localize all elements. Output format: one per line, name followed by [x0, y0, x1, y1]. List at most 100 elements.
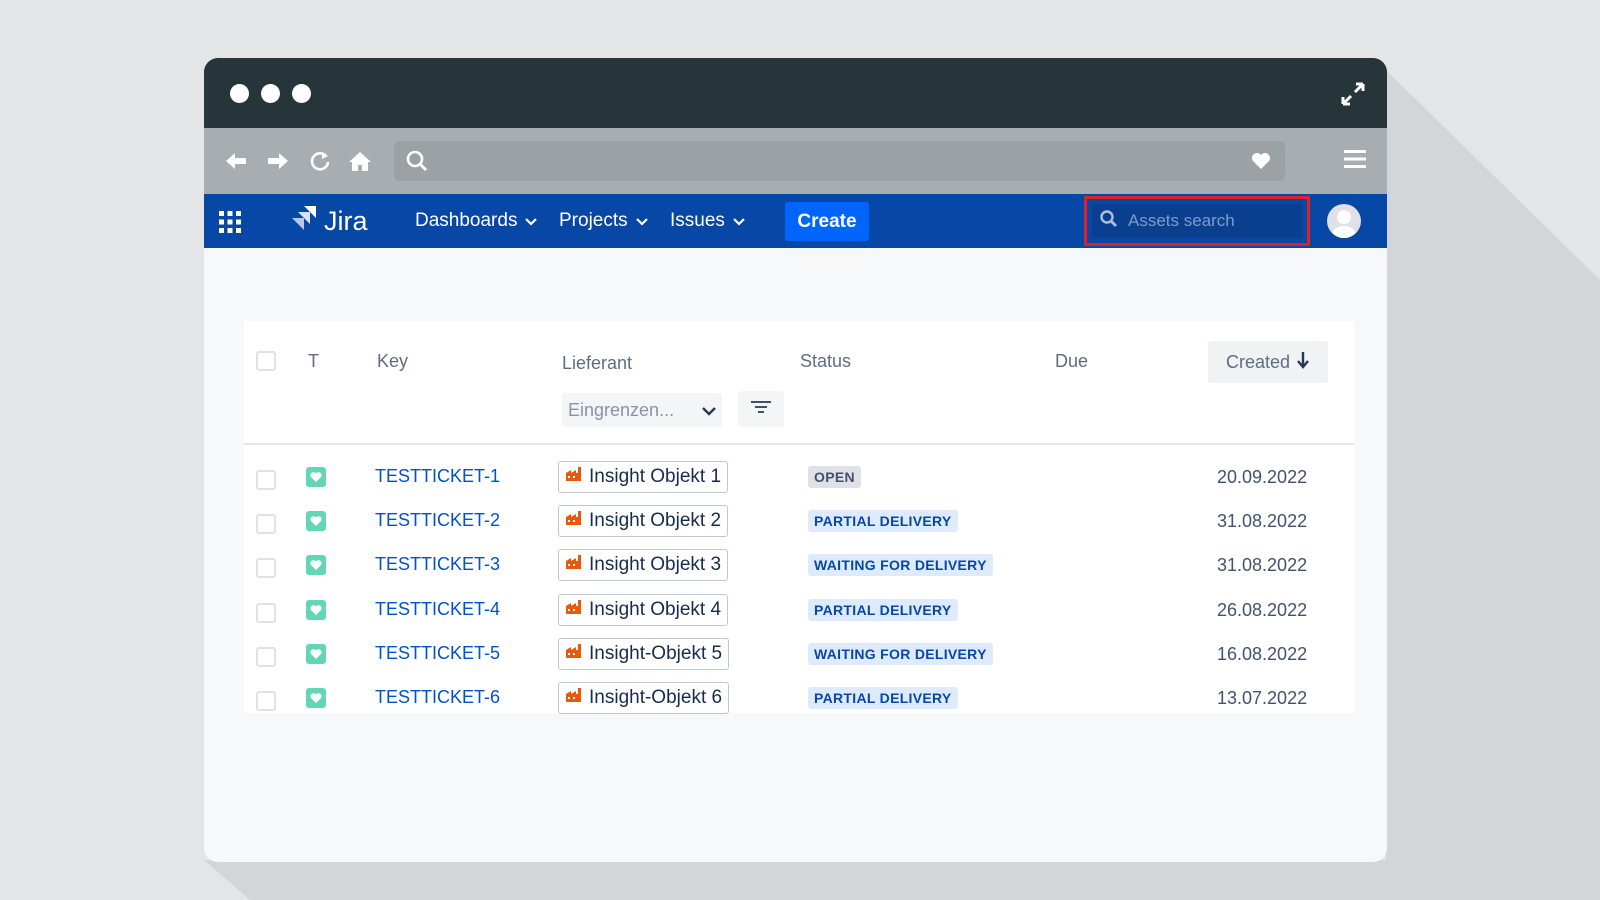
factory-icon — [565, 687, 583, 709]
filter-icon — [750, 399, 772, 420]
filter-placeholder: Eingrenzen... — [568, 399, 675, 420]
row-checkbox[interactable] — [256, 646, 276, 667]
heart-icon[interactable] — [1251, 152, 1271, 175]
row-checkbox[interactable] — [256, 514, 276, 535]
status-badge: PARTIAL DELIVERY — [808, 687, 958, 709]
story-type-icon — [306, 643, 326, 664]
created-date: 31.08.2022 — [1217, 555, 1308, 576]
issue-key-link[interactable]: TESTTICKET-4 — [375, 599, 500, 620]
lieferant-filter-select[interactable]: Eingrenzen... — [562, 393, 722, 427]
story-type-icon — [306, 555, 326, 576]
factory-icon — [565, 510, 583, 532]
table-row[interactable]: TESTTICKET-5 Insight-Objekt 5 WAITING FO… — [244, 633, 1354, 677]
lieferant-object-chip[interactable]: Insight Objekt 1 — [558, 461, 729, 493]
window-minimize-dot[interactable] — [261, 84, 280, 103]
window-close-dot[interactable] — [230, 84, 249, 103]
create-button[interactable]: Create — [785, 202, 869, 241]
story-type-icon — [306, 599, 326, 620]
status-badge: WAITING FOR DELIVERY — [808, 554, 993, 577]
address-bar[interactable] — [394, 141, 1285, 181]
table-row[interactable]: TESTTICKET-4 Insight Objekt 4 PARTIAL DE… — [244, 589, 1354, 633]
lieferant-object-chip[interactable]: Insight-Objekt 5 — [558, 637, 730, 670]
reload-icon[interactable] — [306, 148, 334, 174]
column-header-due[interactable]: Due — [1055, 351, 1088, 372]
factory-icon — [565, 554, 583, 576]
assets-search-highlight: Assets search — [1084, 196, 1310, 246]
chevron-down-icon — [525, 210, 538, 232]
nav-dashboards-label: Dashboards — [415, 210, 518, 231]
created-label: Created — [1225, 351, 1291, 372]
lieferant-object-chip[interactable]: Insight Objekt 4 — [558, 593, 729, 626]
table-row[interactable]: TESTTICKET-3 Insight Objekt 3 WAITING FO… — [244, 544, 1354, 588]
home-icon[interactable] — [346, 148, 374, 174]
lieferant-object-name: Insight Objekt 3 — [589, 554, 722, 576]
column-header-key[interactable]: Key — [377, 351, 408, 372]
jira-logo-icon — [290, 204, 318, 239]
created-date: 16.08.2022 — [1217, 643, 1308, 664]
filter-button[interactable] — [738, 391, 784, 427]
assets-search-input[interactable]: Assets search — [1092, 204, 1302, 238]
issue-key-link[interactable]: TESTTICKET-5 — [375, 643, 500, 664]
row-checkbox[interactable] — [256, 470, 276, 490]
arrow-down-icon — [1296, 351, 1310, 374]
issue-key-link[interactable]: TESTTICKET-2 — [375, 510, 500, 531]
select-all-checkbox[interactable] — [256, 351, 276, 371]
arrow-right-icon[interactable] — [264, 148, 292, 174]
column-header-status[interactable]: Status — [800, 351, 851, 372]
column-header-lieferant[interactable]: Lieferant — [562, 353, 632, 374]
arrow-left-icon[interactable] — [222, 148, 250, 174]
expand-icon[interactable] — [1339, 80, 1367, 108]
issue-key-link[interactable]: TESTTICKET-1 — [375, 466, 500, 487]
row-checkbox[interactable] — [256, 602, 276, 623]
status-badge: PARTIAL DELIVERY — [808, 598, 958, 621]
issue-key-link[interactable]: TESTTICKET-3 — [375, 554, 500, 575]
factory-icon — [565, 643, 583, 665]
row-checkbox[interactable] — [256, 558, 276, 579]
created-date: 20.09.2022 — [1217, 467, 1308, 487]
story-type-icon — [306, 511, 326, 532]
created-date: 13.07.2022 — [1217, 688, 1308, 708]
table-row[interactable]: TESTTICKET-1 Insight Objekt 1 OPEN 20.09… — [244, 456, 1354, 500]
status-badge: PARTIAL DELIVERY — [808, 510, 958, 533]
lieferant-object-chip[interactable]: Insight Objekt 2 — [558, 505, 729, 538]
search-icon — [1100, 209, 1118, 233]
hamburger-menu-icon[interactable] — [1343, 148, 1367, 175]
lieferant-object-name: Insight-Objekt 5 — [589, 642, 723, 664]
lieferant-object-name: Insight Objekt 2 — [589, 510, 722, 532]
table-row[interactable]: TESTTICKET-6 Insight-Objekt 6 PARTIAL DE… — [244, 677, 1354, 721]
nav-issues[interactable]: Issues — [670, 210, 745, 232]
row-checkbox[interactable] — [256, 691, 276, 711]
header-divider — [244, 443, 1354, 445]
browser-toolbar — [204, 128, 1387, 194]
user-avatar[interactable] — [1327, 204, 1361, 238]
assets-search-placeholder: Assets search — [1128, 211, 1235, 230]
nav-projects[interactable]: Projects — [559, 210, 648, 232]
chevron-down-icon — [733, 210, 745, 232]
search-icon — [406, 150, 428, 177]
issue-key-link[interactable]: TESTTICKET-6 — [375, 687, 500, 708]
story-type-icon — [306, 467, 326, 487]
lieferant-object-name: Insight-Objekt 6 — [589, 687, 723, 708]
status-badge: WAITING FOR DELIVERY — [808, 642, 993, 665]
jira-logo-text: Jira — [324, 206, 368, 236]
table-row[interactable]: TESTTICKET-2 Insight Objekt 2 PARTIAL DE… — [244, 500, 1354, 544]
nav-projects-label: Projects — [559, 210, 628, 231]
chevron-down-icon — [635, 210, 648, 232]
lieferant-object-chip[interactable]: Insight Objekt 3 — [558, 549, 729, 582]
lieferant-object-chip[interactable]: Insight-Objekt 6 — [558, 682, 730, 714]
window-maximize-dot[interactable] — [292, 84, 311, 103]
jira-logo[interactable]: Jira — [290, 204, 368, 239]
created-date: 31.08.2022 — [1217, 511, 1308, 532]
nav-dashboards[interactable]: Dashboards — [415, 210, 538, 232]
story-type-icon — [306, 688, 326, 708]
created-date: 26.08.2022 — [1217, 599, 1308, 620]
chevron-down-icon — [702, 400, 716, 421]
lieferant-object-name: Insight Objekt 4 — [589, 598, 722, 620]
app-switcher-icon[interactable] — [218, 210, 242, 239]
browser-window: Jira Dashboards Projects Issues Create A… — [204, 58, 1387, 862]
issue-table: T Key Lieferant Status Due Created Eingr… — [244, 321, 1354, 714]
status-badge: OPEN — [808, 466, 861, 488]
column-header-created[interactable]: Created — [1208, 341, 1328, 383]
column-header-type[interactable]: T — [308, 351, 319, 372]
nav-issues-label: Issues — [670, 210, 725, 231]
